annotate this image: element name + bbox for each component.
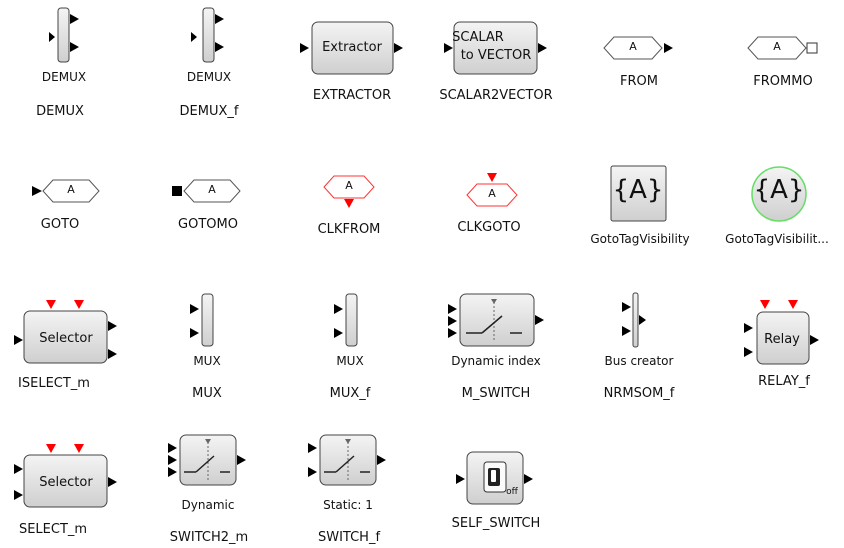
block-name: SCALAR2VECTOR [439,88,553,103]
block-name: EXTRACTOR [312,88,392,103]
block-name: DEMUX_f [179,104,239,119]
gotomo-tag-icon [172,179,241,203]
block-name: FROMMO [753,74,813,89]
block-inner-label: {A} [753,175,805,205]
palette-block-relay-f[interactable]: Relay RELAY_f [720,290,844,410]
palette-block-goto[interactable]: A GOTO [0,160,120,250]
palette-block-demux-f[interactable]: DEMUX DEMUX_f [150,0,270,130]
block-name: GotoTagVisibility [590,232,690,246]
block-name: GOTOMO [178,217,238,232]
palette-block-mux-f[interactable]: MUX MUX_f [290,290,410,410]
palette-block-demux[interactable]: DEMUX DEMUX [0,0,120,130]
block-inner-label: Selector [39,331,93,346]
block-inner-label: Dynamic index [451,354,541,368]
block-name: MUX [192,386,222,401]
palette-block-extractor[interactable]: Extractor EXTRACTOR [290,0,420,130]
palette-block-self-switch[interactable]: off SELF_SWITCH [430,430,570,548]
palette-block-iselect-m[interactable]: Selector ISELECT_m [0,290,130,410]
block-inner-label: Bus creator [604,354,674,368]
palette-block-mux[interactable]: MUX MUX [150,290,270,410]
block-name: M_SWITCH [461,386,531,401]
block-inner-label: Extractor [322,40,382,55]
block-name: CLKFROM [317,222,381,237]
block-inner-label: Dynamic [181,498,235,512]
block-inner-label: MUX [336,354,364,368]
block-name: CLKGOTO [457,220,521,235]
extractor-icon [300,21,403,75]
block-inner-label: A [345,179,353,192]
palette-block-clkgoto[interactable]: A CLKGOTO [430,160,550,250]
palette-block-gotomo[interactable]: A GOTOMO [140,160,270,250]
from-tag-icon [603,36,673,60]
block-name: RELAY_f [758,374,810,389]
block-inner-label: A [67,183,75,196]
block-name: DEMUX [36,104,84,119]
block-name: SELECT_m [18,522,88,537]
scalar-to-vector-icon [444,21,547,75]
block-inner-label: Static: 1 [323,498,373,512]
clock-goto-icon [466,173,518,207]
palette-block-from[interactable]: A FROM [580,0,700,130]
block-inner-label: A [208,183,216,196]
palette-block-frommo[interactable]: A FROMMO [720,0,844,130]
palette-block-select-m[interactable]: Selector SELECT_m [0,430,130,548]
palette-block-gototagvisibilitymo[interactable]: {A} GotoTagVisibilit... [715,160,844,250]
block-inner-label: {A} [612,175,664,205]
block-name: ISELECT_m [18,376,90,391]
palette-block-gototagvisibility[interactable]: {A} GotoTagVisibility [575,160,705,250]
block-inner-label: A [629,40,637,53]
palette-block-nrmsom-f[interactable]: Bus creator NRMSOM_f [580,290,700,410]
relay-icon [744,300,819,365]
block-name: GOTO [40,217,80,232]
block-inner-label: Selector [39,475,93,490]
palette-block-scalar2vector[interactable]: SCALAR to VECTOR SCALAR2VECTOR [430,0,570,130]
frommo-tag-icon [747,36,818,60]
block-inner-label-line1: SCALAR [452,30,504,45]
palette-block-switch-f[interactable]: Static: 1 SWITCH_f [290,430,410,548]
block-inner-label: A [488,187,496,200]
block-name: SWITCH2_m [169,530,249,545]
block-inner-label: DEMUX [186,70,232,84]
block-name: FROM [620,74,658,89]
block-name: GotoTagVisibilit... [725,232,829,246]
goto-tag-icon [32,179,100,203]
block-name: MUX_f [329,386,371,401]
iselect-icon [14,300,117,364]
block-inner-label-line2: to VECTOR [460,48,532,63]
block-inner-label: off [506,487,518,497]
block-name: NRMSOM_f [603,386,675,401]
block-name: SELF_SWITCH [451,516,541,531]
block-inner-label: A [773,40,781,53]
block-name: SWITCH_f [317,530,381,545]
palette-block-m-switch[interactable]: Dynamic index M_SWITCH [430,290,570,410]
block-inner-label: MUX [193,354,221,368]
block-inner-label: Relay [764,332,800,347]
palette-block-clkfrom[interactable]: A CLKFROM [290,160,410,250]
palette-block-switch2-m[interactable]: Dynamic SWITCH2_m [150,430,270,548]
block-inner-label: DEMUX [41,70,87,84]
